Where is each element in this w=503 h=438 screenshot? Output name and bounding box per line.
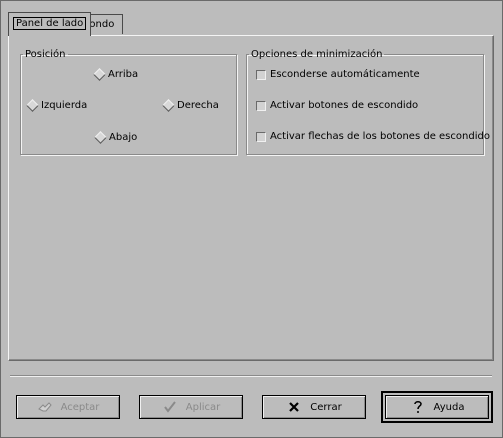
checkbox-autohide[interactable]: Esconderse automáticamente bbox=[256, 69, 420, 80]
thumbs-icon bbox=[37, 402, 52, 412]
checkbox-indicator bbox=[256, 131, 266, 142]
help-button[interactable]: Ayuda bbox=[381, 391, 493, 423]
radio-left[interactable]: Izquierda bbox=[26, 99, 88, 112]
checkmark-icon bbox=[163, 401, 176, 413]
tab-panel-de-lado[interactable]: Panel de lado bbox=[8, 12, 92, 36]
radio-indicator bbox=[26, 99, 39, 112]
radio-right-label: Derecha bbox=[177, 100, 219, 111]
radio-indicator bbox=[162, 99, 175, 112]
radio-bottom[interactable]: Abajo bbox=[94, 131, 138, 144]
checkbox-indicator bbox=[256, 100, 266, 111]
radio-indicator bbox=[93, 68, 106, 81]
checkbox-hide-arrows[interactable]: Activar flechas de los botones de escond… bbox=[256, 131, 490, 142]
checkbox-indicator bbox=[256, 69, 266, 80]
close-button-label: Cerrar bbox=[310, 401, 342, 413]
checkbox-hide-buttons-label: Activar botones de escondido bbox=[270, 100, 419, 111]
radio-top-label: Arriba bbox=[108, 69, 139, 80]
ok-button[interactable]: Aceptar bbox=[16, 395, 120, 419]
apply-button[interactable]: Aplicar bbox=[139, 395, 243, 419]
question-icon bbox=[413, 401, 422, 413]
apply-button-label: Aplicar bbox=[185, 401, 221, 413]
x-icon bbox=[289, 402, 300, 412]
radio-left-label: Izquierda bbox=[41, 100, 88, 111]
minimize-legend: Opciones de minimización bbox=[251, 49, 383, 60]
position-legend: Posición bbox=[25, 49, 66, 60]
separator bbox=[10, 375, 492, 377]
tab-label: Panel de lado bbox=[13, 17, 87, 30]
checkbox-autohide-label: Esconderse automáticamente bbox=[270, 69, 420, 80]
radio-right[interactable]: Derecha bbox=[162, 99, 219, 112]
radio-bottom-label: Abajo bbox=[109, 132, 138, 143]
radio-top[interactable]: Arriba bbox=[93, 68, 139, 81]
checkbox-hide-buttons[interactable]: Activar botones de escondido bbox=[256, 100, 418, 111]
radio-indicator bbox=[94, 131, 107, 144]
ok-button-label: Aceptar bbox=[60, 401, 100, 413]
close-button[interactable]: Cerrar bbox=[262, 395, 366, 419]
help-button-label: Ayuda bbox=[433, 401, 465, 413]
checkbox-hide-arrows-label: Activar flechas de los botones de escond… bbox=[270, 131, 490, 142]
